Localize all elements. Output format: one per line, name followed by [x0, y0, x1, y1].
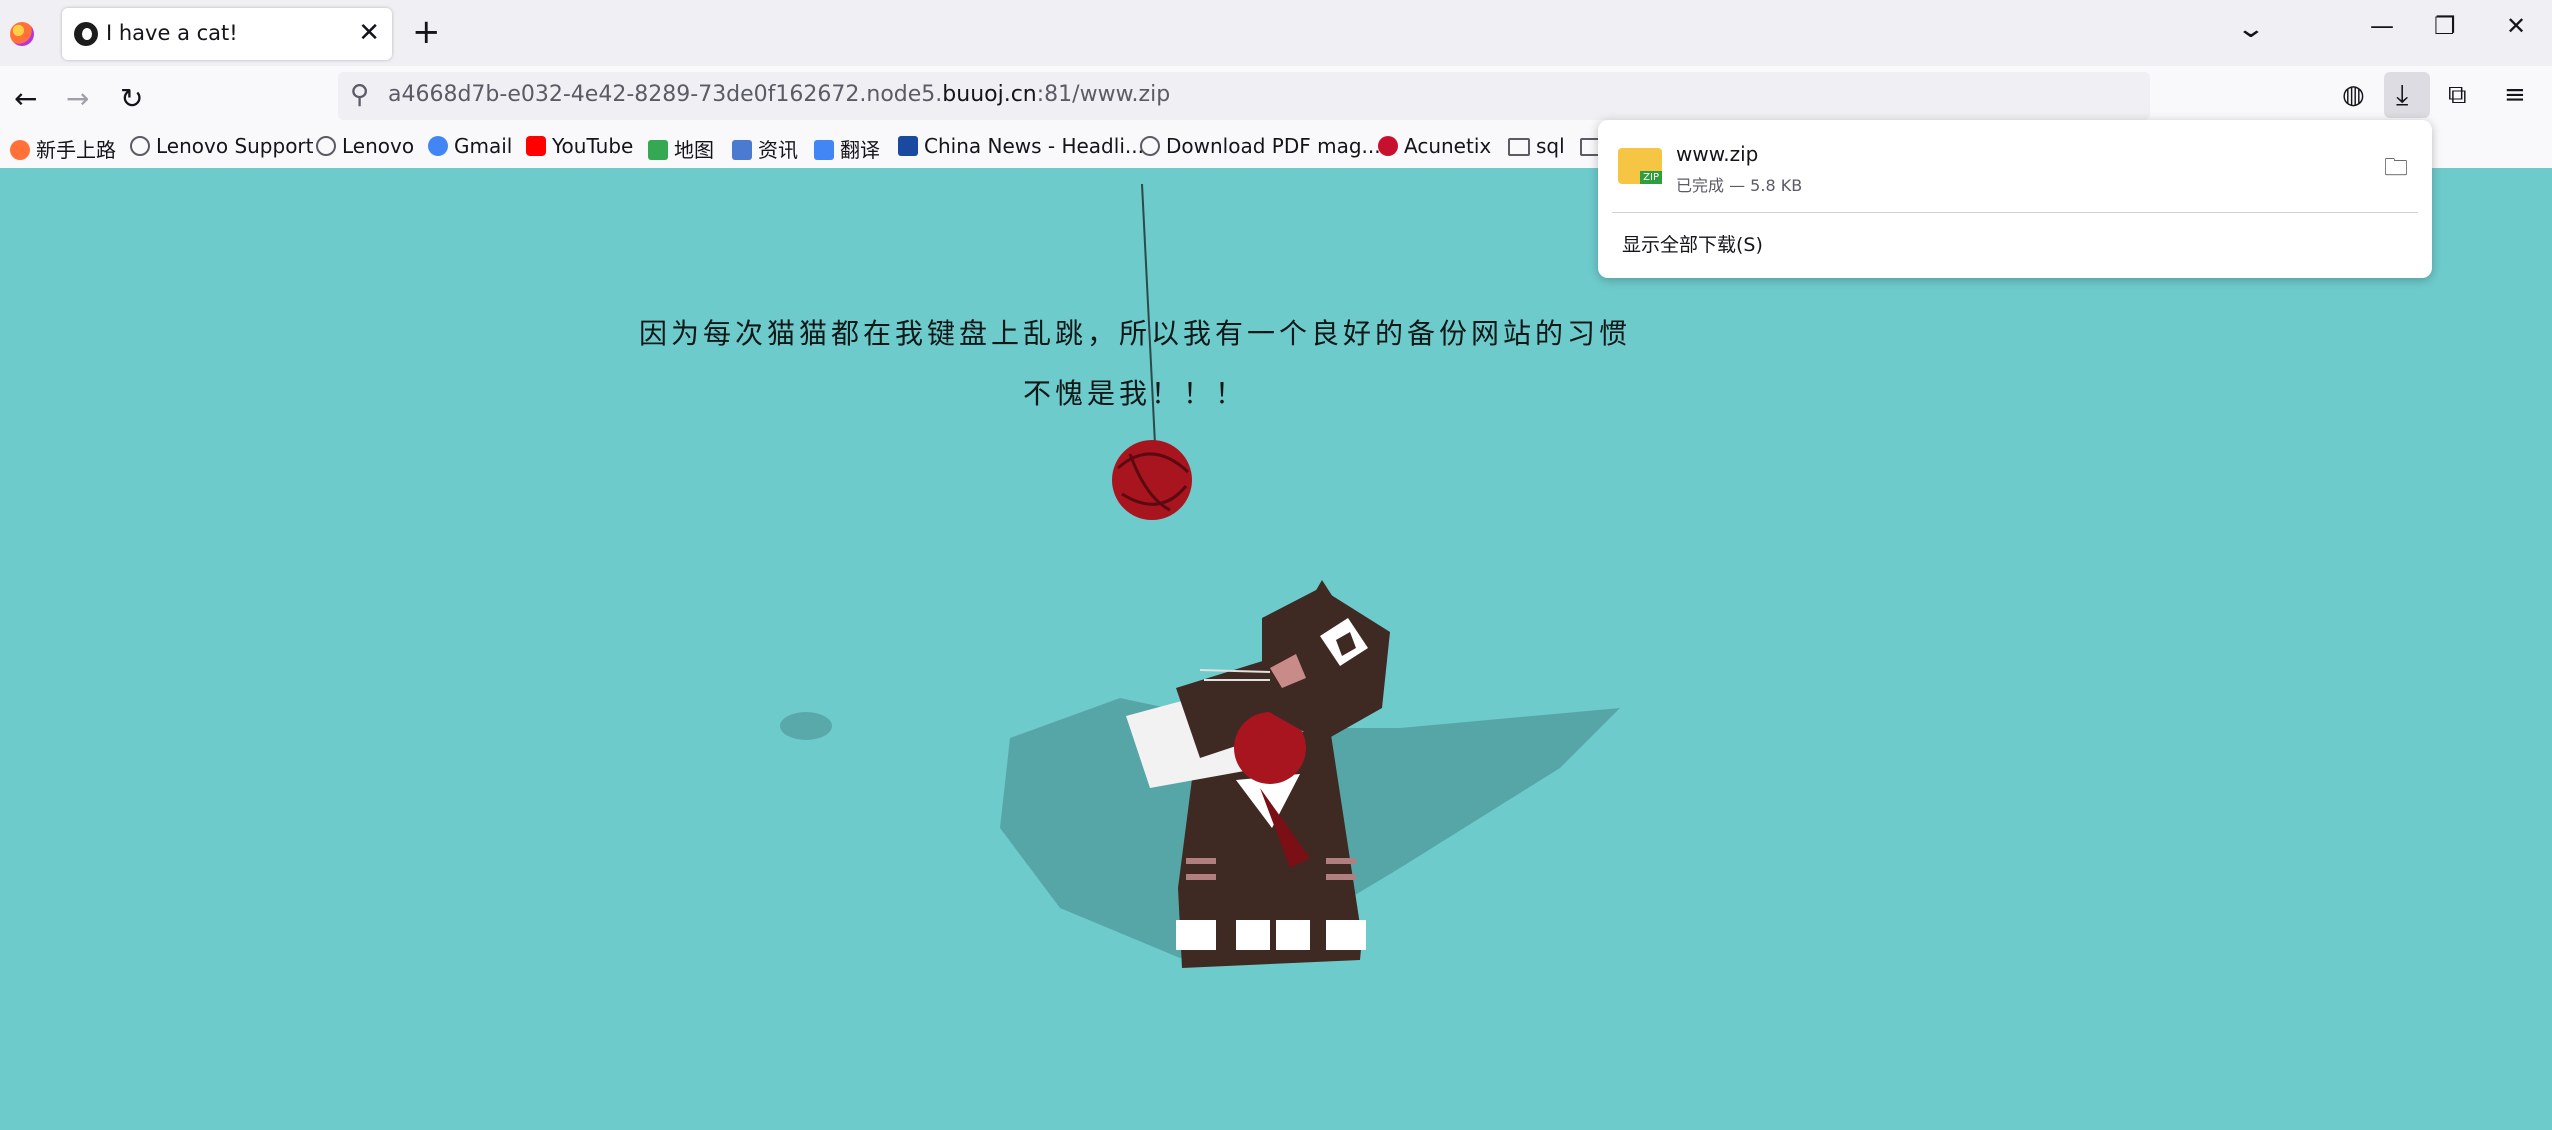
minimize-button[interactable]: —	[2370, 12, 2394, 40]
download-status: 已完成 — 5.8 KB	[1676, 176, 1803, 195]
page-content: 因为每次猫猫都在我键盘上乱跳，所以我有一个良好的备份网站的习惯 不愧是我！！！	[0, 168, 2552, 1130]
bookmark-item[interactable]: 新手上路	[10, 134, 116, 163]
bookmark-item[interactable]: Gmail	[428, 134, 512, 158]
bookmark-item[interactable]: China News - Headli...	[898, 134, 1144, 158]
bookmark-item[interactable]: Lenovo Support	[130, 134, 314, 158]
cat-scene	[780, 183, 1620, 968]
youtube-icon	[526, 136, 546, 156]
tab-close-icon[interactable]: ✕	[358, 18, 380, 48]
forward-button[interactable]: →	[66, 82, 89, 115]
download-icon: ⤓	[2396, 78, 2409, 111]
globe-icon	[316, 136, 336, 156]
translate-icon	[814, 140, 834, 160]
panel-divider	[1612, 212, 2418, 213]
url-bar[interactable]: ⚲ a4668d7b-e032-4e42-8289-73de0f162672.n…	[338, 72, 2150, 120]
menu-icon[interactable]: ≡	[2504, 80, 2526, 110]
site-favicon-icon	[74, 22, 98, 46]
bookmark-item[interactable]: 资讯	[732, 134, 798, 163]
list-all-tabs-button[interactable]: ⌄	[2236, 14, 2267, 44]
cat-stripe	[1186, 858, 1216, 864]
tab-title: I have a cat!	[106, 21, 238, 45]
downloads-panel: www.zip 已完成 — 5.8 KB 🗀 显示全部下载(S)	[1598, 120, 2432, 278]
cat-stripe	[1326, 858, 1356, 864]
new-tab-button[interactable]: +	[412, 12, 441, 52]
cat-paw	[1326, 920, 1366, 950]
folder-icon	[1508, 138, 1530, 156]
tab-bar: I have a cat! ✕ + ⌄ — ❐ ✕	[0, 0, 2552, 66]
cat-paw	[1236, 920, 1270, 950]
downloads-button[interactable]: ⤓	[2384, 72, 2430, 118]
url-text[interactable]: a4668d7b-e032-4e42-8289-73de0f162672.nod…	[388, 82, 1170, 107]
download-file-name[interactable]: www.zip	[1676, 142, 1758, 166]
google-icon	[428, 136, 448, 156]
cat-paw	[1276, 920, 1310, 950]
cat-stripe	[1326, 874, 1356, 880]
maps-icon	[648, 140, 668, 160]
cat-paw	[1176, 920, 1216, 950]
bookmark-item[interactable]: Acunetix	[1378, 134, 1491, 158]
pocket-icon[interactable]: ◍	[2342, 80, 2365, 110]
close-window-button[interactable]: ✕	[2506, 12, 2526, 40]
yarn-shadow	[780, 712, 832, 740]
bookmark-folder[interactable]: sql	[1508, 134, 1565, 158]
firefox-icon[interactable]	[10, 22, 34, 46]
news-icon	[732, 140, 752, 160]
globe-icon	[1140, 136, 1160, 156]
extensions-icon[interactable]: ⧉	[2448, 80, 2467, 111]
acunetix-icon	[1378, 136, 1398, 156]
bookmark-item[interactable]: Lenovo	[316, 134, 414, 158]
zip-file-icon	[1618, 148, 1662, 184]
search-icon: ⚲	[350, 80, 370, 110]
bookmark-item[interactable]: YouTube	[526, 134, 633, 158]
bookmark-item[interactable]: 翻译	[814, 134, 880, 163]
restore-button[interactable]: ❐	[2434, 12, 2456, 40]
reload-button[interactable]: ↻	[120, 82, 143, 115]
cat-stripe	[1186, 874, 1216, 880]
tab-active[interactable]: I have a cat! ✕	[62, 8, 392, 60]
open-folder-icon[interactable]: 🗀	[2384, 150, 2408, 191]
bookmark-item[interactable]: 地图	[648, 134, 714, 163]
show-all-downloads-button[interactable]: 显示全部下载(S)	[1622, 230, 1763, 257]
globe-icon	[130, 136, 150, 156]
yarn-string	[1141, 183, 1157, 465]
yarn-ball	[1112, 440, 1192, 520]
back-button[interactable]: ←	[14, 82, 37, 115]
chinanews-icon	[898, 136, 918, 156]
firefox-icon	[10, 140, 30, 160]
bookmark-item[interactable]: Download PDF mag...	[1140, 134, 1381, 158]
